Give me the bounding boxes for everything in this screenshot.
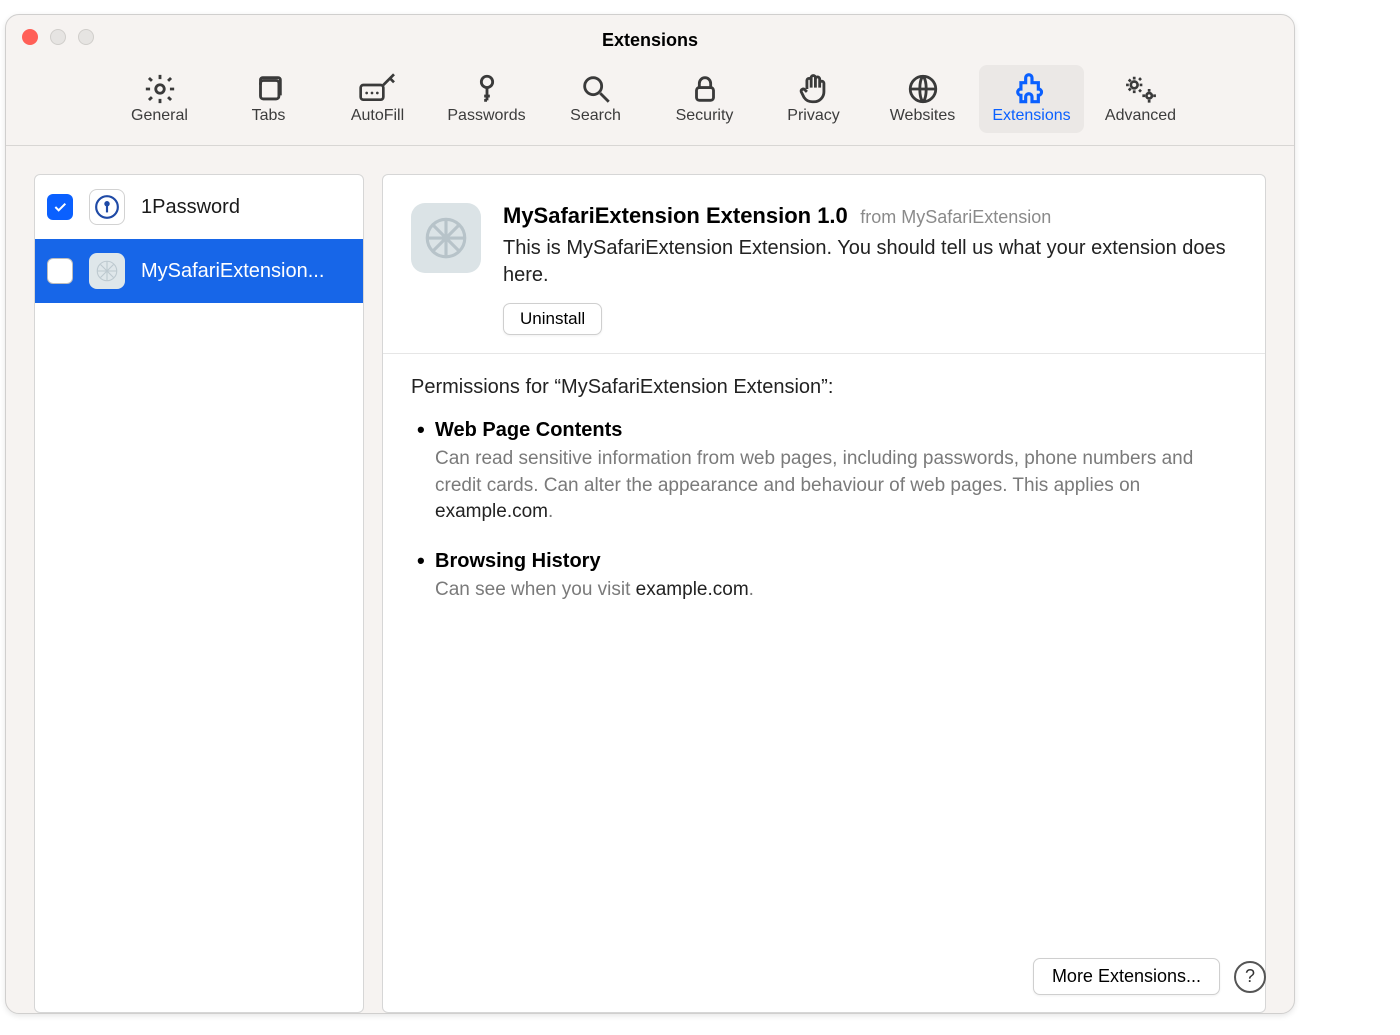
lock-icon bbox=[652, 71, 757, 107]
permission-title: Web Page Contents bbox=[411, 419, 1237, 442]
tab-label: Advanced bbox=[1088, 107, 1193, 125]
hand-icon bbox=[761, 71, 866, 107]
help-button[interactable]: ? bbox=[1234, 961, 1266, 993]
extension-header: MySafariExtension Extension 1.0 from MyS… bbox=[383, 175, 1265, 354]
autofill-icon bbox=[325, 71, 430, 107]
permissions-section: Permissions for “MySafariExtension Exten… bbox=[383, 354, 1265, 647]
tabs-icon bbox=[216, 71, 321, 107]
extension-detail-panel: MySafariExtension Extension 1.0 from MyS… bbox=[382, 174, 1266, 1013]
permission-text: Can read sensitive information from web … bbox=[435, 448, 1193, 496]
tab-search[interactable]: Search bbox=[543, 65, 648, 133]
permission-description: Can read sensitive information from web … bbox=[411, 446, 1237, 526]
extension-name: MySafariExtension Extension 1.0 bbox=[503, 203, 848, 228]
preferences-toolbar: General Tabs AutoFill Passwords Search bbox=[6, 65, 1294, 146]
tab-label: Search bbox=[543, 107, 648, 125]
permission-text: . bbox=[749, 579, 754, 600]
uninstall-button[interactable]: Uninstall bbox=[503, 303, 602, 335]
tab-label: Websites bbox=[870, 107, 975, 125]
gear-icon bbox=[107, 71, 212, 107]
permission-item: Browsing History Can see when you visit … bbox=[411, 550, 1237, 604]
window-title: Extensions bbox=[602, 30, 698, 51]
puzzle-icon bbox=[979, 71, 1084, 107]
traffic-lights bbox=[22, 29, 94, 45]
footer: More Extensions... ? bbox=[1033, 958, 1266, 995]
tab-label: Security bbox=[652, 107, 757, 125]
globe-icon bbox=[870, 71, 975, 107]
permission-text: Can see when you visit bbox=[435, 579, 636, 600]
sidebar-item-1password[interactable]: 1Password bbox=[35, 175, 363, 239]
permission-domain: example.com bbox=[435, 501, 548, 522]
enable-checkbox[interactable] bbox=[47, 258, 73, 284]
close-window-button[interactable] bbox=[22, 29, 38, 45]
extensions-sidebar: 1Password MySafariExtension... bbox=[34, 174, 364, 1013]
enable-checkbox[interactable] bbox=[47, 194, 73, 220]
tab-advanced[interactable]: Advanced bbox=[1088, 65, 1193, 133]
tab-label: Privacy bbox=[761, 107, 866, 125]
minimize-window-button[interactable] bbox=[50, 29, 66, 45]
search-icon bbox=[543, 71, 648, 107]
tab-label: Passwords bbox=[434, 107, 539, 125]
extension-description: This is MySafariExtension Extension. You… bbox=[503, 235, 1237, 289]
permission-text: . bbox=[548, 501, 553, 522]
permission-description: Can see when you visit example.com. bbox=[411, 577, 1237, 604]
permission-item: Web Page Contents Can read sensitive inf… bbox=[411, 419, 1237, 526]
tab-label: Tabs bbox=[216, 107, 321, 125]
extension-icon-1password bbox=[89, 189, 125, 225]
permission-title: Browsing History bbox=[411, 550, 1237, 573]
tab-tabs[interactable]: Tabs bbox=[216, 65, 321, 133]
extension-header-text: MySafariExtension Extension 1.0 from MyS… bbox=[503, 203, 1237, 335]
tab-passwords[interactable]: Passwords bbox=[434, 65, 539, 133]
sidebar-item-label: 1Password bbox=[141, 196, 363, 219]
more-extensions-button[interactable]: More Extensions... bbox=[1033, 958, 1220, 995]
tab-general[interactable]: General bbox=[107, 65, 212, 133]
sidebar-item-mysafariextension[interactable]: MySafariExtension... bbox=[35, 239, 363, 303]
tab-label: General bbox=[107, 107, 212, 125]
extension-icon-large bbox=[411, 203, 481, 273]
tab-label: Extensions bbox=[979, 107, 1084, 125]
content-area: 1Password MySafariExtension... MySafariE… bbox=[6, 146, 1294, 1013]
extension-icon-generic bbox=[89, 253, 125, 289]
tab-extensions[interactable]: Extensions bbox=[979, 65, 1084, 133]
tab-autofill[interactable]: AutoFill bbox=[325, 65, 430, 133]
tab-websites[interactable]: Websites bbox=[870, 65, 975, 133]
titlebar: Extensions bbox=[6, 15, 1294, 65]
permission-domain: example.com bbox=[636, 579, 749, 600]
preferences-window: Extensions General Tabs AutoFill Passwor… bbox=[5, 14, 1295, 1014]
key-icon bbox=[434, 71, 539, 107]
gears-icon bbox=[1088, 71, 1193, 107]
tab-privacy[interactable]: Privacy bbox=[761, 65, 866, 133]
tab-label: AutoFill bbox=[325, 107, 430, 125]
sidebar-item-label: MySafariExtension... bbox=[141, 260, 363, 283]
maximize-window-button[interactable] bbox=[78, 29, 94, 45]
extension-from: from MySafariExtension bbox=[860, 207, 1051, 227]
permissions-title: Permissions for “MySafariExtension Exten… bbox=[411, 376, 1237, 399]
tab-security[interactable]: Security bbox=[652, 65, 757, 133]
